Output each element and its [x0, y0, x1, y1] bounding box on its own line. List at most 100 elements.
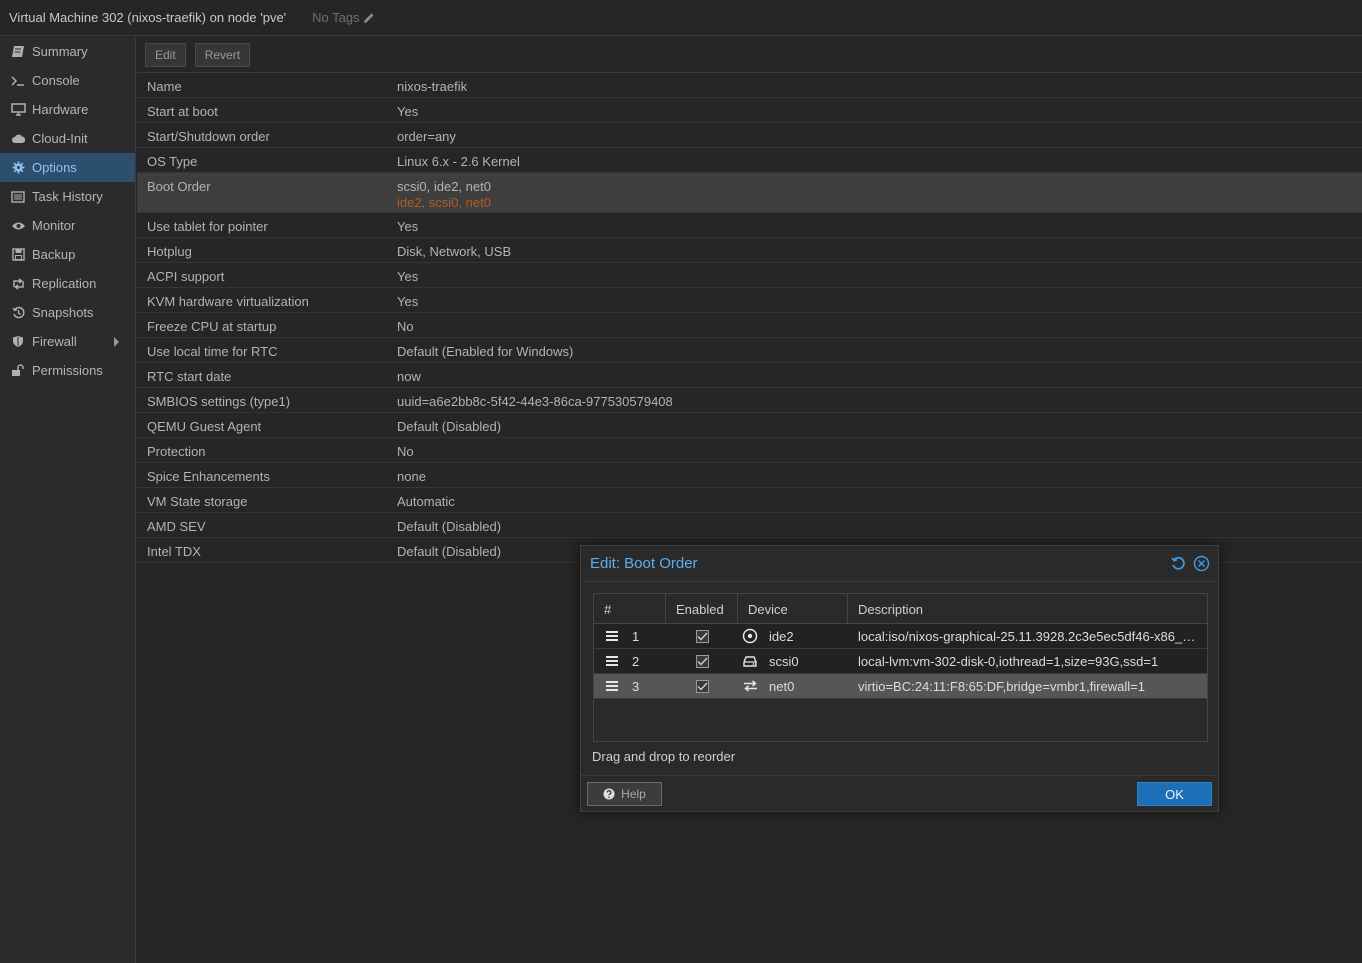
sidebar-item-hardware[interactable]: Hardware [0, 95, 135, 124]
option-key: Start at boot [147, 104, 218, 119]
option-key: Freeze CPU at startup [147, 319, 277, 334]
column-header-description[interactable]: Description [848, 594, 1207, 623]
option-key: QEMU Guest Agent [147, 419, 262, 434]
pending-value: ide2, scsi0, net0 [397, 195, 491, 210]
drag-handle-icon[interactable] [606, 656, 618, 666]
options-row-smbios[interactable]: SMBIOS settings (type1) uuid=a6e2bb8c-5f4… [137, 388, 1362, 413]
sidebar-item-cloud-init[interactable]: Cloud-Init [0, 124, 135, 153]
sidebar-item-label: Hardware [32, 102, 89, 117]
option-key: KVM hardware virtualization [147, 294, 309, 309]
book-icon [10, 44, 26, 60]
sidebar-item-label: Replication [32, 276, 97, 291]
shield-icon [10, 334, 26, 350]
column-header-device[interactable]: Device [738, 594, 848, 623]
options-row-freeze-cpu[interactable]: Freeze CPU at startup No [137, 313, 1362, 338]
option-key: RTC start date [147, 369, 232, 384]
sidebar-item-summary[interactable]: Summary [0, 37, 135, 66]
option-value: No [397, 319, 414, 334]
options-row-startup-order[interactable]: Start/Shutdown order order=any [137, 123, 1362, 148]
dialog-header[interactable]: Edit: Boot Order [581, 546, 1218, 582]
options-row-localtime[interactable]: Use local time for RTC Default (Enabled f… [137, 338, 1362, 363]
boot-order-dialog: Edit: Boot Order # Enabled Device Descri… [580, 545, 1219, 812]
sidebar-item-permissions[interactable]: Permissions [0, 356, 135, 385]
gear-icon [10, 160, 26, 176]
ok-button[interactable]: OK [1137, 782, 1212, 806]
sidebar-item-label: Options [32, 160, 77, 175]
options-row-protection[interactable]: Protection No [137, 438, 1362, 463]
terminal-icon [10, 73, 26, 89]
tags-area[interactable]: No Tags [312, 10, 374, 25]
enabled-checkbox[interactable] [695, 679, 709, 693]
sidebar-item-label: Cloud-Init [32, 131, 88, 146]
column-header-enabled[interactable]: Enabled [666, 594, 738, 623]
floppy-icon [10, 247, 26, 263]
drag-handle-icon[interactable] [606, 681, 618, 691]
sidebar-item-monitor[interactable]: Monitor [0, 211, 135, 240]
options-row-hotplug[interactable]: Hotplug Disk, Network, USB [137, 238, 1362, 263]
option-value: none [397, 469, 426, 484]
sidebar-item-label: Summary [32, 44, 88, 59]
options-row-vmstate[interactable]: VM State storage Automatic [137, 488, 1362, 513]
option-value: now [397, 369, 421, 384]
option-key: Use tablet for pointer [147, 219, 268, 234]
sidebar-item-replication[interactable]: Replication [0, 269, 135, 298]
device-description: local-lvm:vm-302-disk-0,iothread=1,size=… [858, 653, 1159, 669]
help-label: Help [621, 787, 646, 801]
help-button[interactable]: Help [587, 782, 662, 806]
expand-caret-icon[interactable] [114, 337, 119, 347]
sidebar-item-label: Console [32, 73, 80, 88]
sidebar-item-task-history[interactable]: Task History [0, 182, 135, 211]
history-icon [10, 305, 26, 321]
reset-icon[interactable] [1170, 555, 1187, 572]
option-value: nixos-traefik [397, 79, 468, 94]
sidebar-item-snapshots[interactable]: Snapshots [0, 298, 135, 327]
options-row-os-type[interactable]: OS Type Linux 6.x - 2.6 Kernel [137, 148, 1362, 173]
options-row-name[interactable]: Name nixos-traefik [137, 73, 1362, 98]
option-value: Default (Enabled for Windows) [397, 344, 574, 359]
option-key: Hotplug [147, 244, 192, 259]
options-row-amd-sev[interactable]: AMD SEV Default (Disabled) [137, 513, 1362, 538]
option-key: Intel TDX [147, 544, 201, 559]
table-row[interactable]: 1 ide2 local:iso/nixos-graphical-25.11.3… [594, 624, 1207, 649]
enabled-checkbox[interactable] [695, 654, 709, 668]
drag-handle-icon[interactable] [606, 631, 618, 641]
options-row-kvm[interactable]: KVM hardware virtualization Yes [137, 288, 1362, 313]
option-value: No [397, 444, 414, 459]
options-row-rtc-start[interactable]: RTC start date now [137, 363, 1362, 388]
option-key: SMBIOS settings (type1) [147, 394, 291, 409]
option-key: ACPI support [147, 269, 225, 284]
options-row-boot-order[interactable]: Boot Order scsi0, ide2, net0 ide2, scsi0… [137, 173, 1362, 213]
enabled-checkbox[interactable] [695, 629, 709, 643]
device-description: local:iso/nixos-graphical-25.11.3928.2c3… [858, 628, 1207, 644]
row-number: 3 [632, 678, 640, 694]
sidebar-item-firewall[interactable]: Firewall [0, 327, 135, 356]
eye-icon [10, 218, 26, 234]
option-key: OS Type [147, 154, 198, 169]
device-name: scsi0 [769, 653, 799, 669]
list-icon [10, 189, 26, 205]
options-panel: Edit Revert Name nixos-traefik Start at b… [137, 37, 1362, 963]
sidebar-item-backup[interactable]: Backup [0, 240, 135, 269]
column-header-num[interactable]: # [594, 594, 666, 623]
options-row-start-at-boot[interactable]: Start at boot Yes [137, 98, 1362, 123]
sidebar-item-label: Firewall [32, 334, 77, 349]
table-row[interactable]: 2 scsi0 local-lvm:vm-302-disk-0,iothread… [594, 649, 1207, 674]
pencil-icon[interactable] [363, 12, 375, 24]
table-row[interactable]: 3 net0 virtio=BC:24:11:F8:65:DF,bridge=v… [594, 674, 1207, 699]
sidebar-item-console[interactable]: Console [0, 66, 135, 95]
sidebar-item-options[interactable]: Options [0, 153, 135, 182]
sidebar-item-label: Permissions [32, 363, 103, 378]
options-row-qemu-agent[interactable]: QEMU Guest Agent Default (Disabled) [137, 413, 1362, 438]
options-row-tablet[interactable]: Use tablet for pointer Yes [137, 213, 1362, 238]
device-description: virtio=BC:24:11:F8:65:DF,bridge=vmbr1,fi… [858, 678, 1145, 694]
reorder-hint: Drag and drop to reorder [592, 749, 736, 764]
revert-button[interactable]: Revert [194, 42, 251, 67]
close-icon[interactable] [1193, 555, 1210, 572]
options-row-acpi[interactable]: ACPI support Yes [137, 263, 1362, 288]
device-name: net0 [769, 678, 795, 694]
sidebar-item-label: Monitor [32, 218, 76, 233]
options-row-spice[interactable]: Spice Enhancements none [137, 463, 1362, 488]
edit-button[interactable]: Edit [145, 42, 186, 67]
options-grid: Name nixos-traefik Start at boot Yes Start… [137, 73, 1362, 563]
cloud-icon [10, 131, 26, 147]
